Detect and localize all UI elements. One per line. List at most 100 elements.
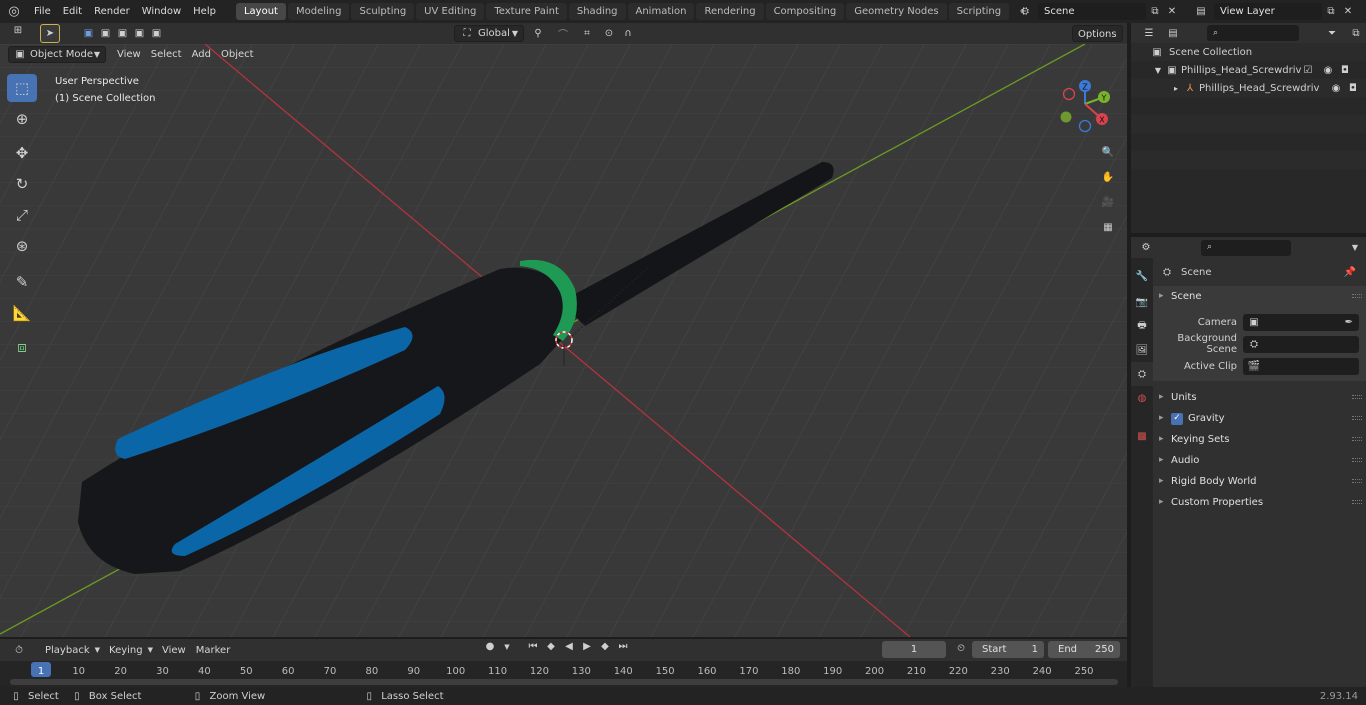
select-new-icon[interactable]: ▣	[80, 28, 97, 39]
add-cube-tool[interactable]: ⧈	[7, 333, 37, 361]
current-frame-field[interactable]: 1	[882, 641, 946, 658]
end-frame-field[interactable]: End 250	[1048, 641, 1120, 658]
active-clip-field[interactable]: 🎬	[1243, 357, 1359, 375]
texture-tab-icon[interactable]: ▩	[1131, 424, 1153, 448]
outliner-item[interactable]: ▼ ▣ Phillips_Head_Screwdriver_6n ☑ ◉ ◘	[1131, 61, 1366, 79]
tab-compositing[interactable]: Compositing	[765, 3, 845, 20]
outliner-item[interactable]: ▸ ⅄ Phillips_Head_Screwdrive ◉ ◘	[1131, 79, 1366, 97]
checkbox-icon[interactable]: ☑	[1301, 65, 1315, 76]
camera-field[interactable]: ▣ ✒	[1243, 313, 1359, 331]
proportional-falloff-icon[interactable]: ∩	[618, 28, 638, 39]
units-panel[interactable]: Units	[1153, 387, 1366, 408]
tab-shading[interactable]: Shading	[568, 3, 626, 20]
new-view-layer-icon[interactable]: ⧉	[1322, 6, 1340, 17]
3d-viewport[interactable]: User Perspective (1) Scene Collection ⬚ …	[0, 44, 1127, 637]
chevron-down-icon[interactable]: ▼	[1352, 243, 1358, 252]
filter-icon[interactable]: ⏷	[1317, 28, 1347, 39]
play-icon[interactable]: ▶	[578, 641, 596, 652]
rotate-tool[interactable]: ↻	[7, 170, 37, 198]
timeline-menu-playback[interactable]: Playback	[40, 642, 95, 659]
select-intersect-icon[interactable]: ▣	[148, 28, 165, 39]
camera-icon[interactable]: ◘	[1337, 65, 1353, 76]
camera-view-icon[interactable]: 🎥	[1096, 190, 1120, 214]
tab-rendering[interactable]: Rendering	[696, 3, 764, 20]
scene-panel-header[interactable]: Scene	[1153, 286, 1366, 307]
jump-end-icon[interactable]: ⏭	[614, 641, 632, 652]
select-extend-icon[interactable]: ▣	[97, 28, 114, 39]
editor-type-selector[interactable]: ⊞	[6, 25, 30, 36]
timeline-menu-marker[interactable]: Marker	[191, 642, 236, 659]
select-subtract-icon[interactable]: ▣	[114, 28, 131, 39]
snap-target-icon[interactable]: ⌗	[574, 28, 600, 39]
scale-tool[interactable]: ⤢	[7, 201, 37, 229]
viewport-menu-object[interactable]: Object	[216, 46, 259, 63]
view-layer-field[interactable]: View Layer	[1214, 3, 1322, 20]
annotate-tool[interactable]: ✎	[7, 268, 37, 296]
delete-view-layer-icon[interactable]: ✕	[1340, 6, 1356, 17]
transform-tool[interactable]: ⊛	[7, 232, 37, 260]
outliner-editor-icon[interactable]: ☰	[1137, 28, 1161, 39]
tab-animation[interactable]: Animation	[627, 3, 695, 20]
jump-start-icon[interactable]: ⏮	[524, 641, 542, 652]
menu-window[interactable]: Window	[136, 0, 187, 23]
pan-hand-icon[interactable]: ✋	[1096, 165, 1120, 189]
view-layer-icon[interactable]: ▤	[1188, 6, 1214, 17]
prev-keyframe-icon[interactable]: ◆	[542, 641, 560, 652]
eyedropper-icon[interactable]: ✒	[1345, 314, 1353, 331]
gravity-checkbox[interactable]: ✓	[1171, 412, 1183, 425]
tab-texture-paint[interactable]: Texture Paint	[486, 3, 567, 20]
tab-scripting[interactable]: Scripting	[948, 3, 1010, 20]
navigation-gizmo[interactable]: Z Y X	[1055, 76, 1115, 134]
transform-orientation-dropdown[interactable]: ⛶ Global ▼	[454, 25, 524, 42]
zoom-icon[interactable]: 🔍	[1096, 140, 1120, 164]
editor-type-icon[interactable]: ⊞	[6, 25, 30, 36]
background-scene-field[interactable]: ⛭	[1243, 335, 1359, 353]
timeline-scrollbar[interactable]	[10, 679, 1118, 685]
eye-icon[interactable]: ◉	[1319, 65, 1337, 76]
gizmo-neg-z-axis[interactable]	[1078, 119, 1092, 133]
delete-scene-icon[interactable]: ✕	[1164, 6, 1180, 17]
outliner-root-row[interactable]: ▣ Scene Collection	[1131, 43, 1366, 61]
properties-search-input[interactable]: ⌕	[1201, 239, 1291, 256]
pivot-point-icon[interactable]: ⚲	[524, 28, 552, 39]
scene-tab-icon[interactable]: ⛭	[1131, 362, 1153, 386]
expand-arrow-icon[interactable]: ▸	[1171, 84, 1181, 93]
new-collection-icon[interactable]: ⧉	[1347, 28, 1365, 39]
select-invert-icon[interactable]: ▣	[131, 28, 148, 39]
snap-icon[interactable]: ⌒	[552, 26, 574, 41]
output-tab-icon[interactable]: 🖶	[1131, 314, 1153, 338]
menu-file[interactable]: File	[28, 0, 57, 23]
view-layer-tab-icon[interactable]: 🖼	[1131, 338, 1153, 362]
start-frame-field[interactable]: Start 1	[972, 641, 1044, 658]
tab-uv-editing[interactable]: UV Editing	[416, 3, 485, 20]
options-button[interactable]: Options	[1072, 25, 1123, 42]
custom-properties-panel[interactable]: Custom Properties	[1153, 492, 1366, 513]
timeline-menu-view[interactable]: View	[157, 642, 191, 659]
expand-arrow-icon[interactable]: ▼	[1153, 66, 1163, 75]
properties-editor-icon[interactable]: ⚙	[1131, 242, 1161, 253]
viewport-menu-add[interactable]: Add	[187, 46, 216, 63]
display-mode-icon[interactable]: ▤	[1161, 28, 1185, 39]
select-cursor-icon[interactable]: ➤	[40, 24, 60, 43]
menu-help[interactable]: Help	[187, 0, 222, 23]
keying-sets-panel[interactable]: Keying Sets	[1153, 429, 1366, 450]
timeline-menu-keying[interactable]: Keying	[104, 642, 148, 659]
record-icon[interactable]: ●	[480, 641, 500, 652]
new-scene-icon[interactable]: ⧉	[1146, 6, 1164, 17]
options-dropdown[interactable]: Options	[1072, 25, 1123, 42]
viewport-menu-select[interactable]: Select	[146, 46, 187, 63]
timeline-editor-icon[interactable]: ⏱	[4, 645, 34, 656]
audio-panel[interactable]: Audio	[1153, 450, 1366, 471]
tab-modeling[interactable]: Modeling	[287, 3, 350, 20]
menu-edit[interactable]: Edit	[57, 0, 88, 23]
move-tool[interactable]: ✥	[7, 139, 37, 167]
tab-geometry-nodes[interactable]: Geometry Nodes	[846, 3, 947, 20]
gizmo-neg-y-axis[interactable]	[1060, 111, 1072, 123]
blender-logo-icon[interactable]: ◎	[0, 4, 28, 19]
scene-name-field[interactable]: Scene	[1038, 3, 1146, 20]
render-tab-icon[interactable]: 📷	[1131, 290, 1153, 314]
chevron-down-icon[interactable]: ▼	[500, 643, 514, 651]
pin-icon[interactable]: 📌	[1344, 267, 1356, 278]
world-tab-icon[interactable]: ◍	[1131, 386, 1153, 410]
viewport-menu-view[interactable]: View	[112, 46, 146, 63]
